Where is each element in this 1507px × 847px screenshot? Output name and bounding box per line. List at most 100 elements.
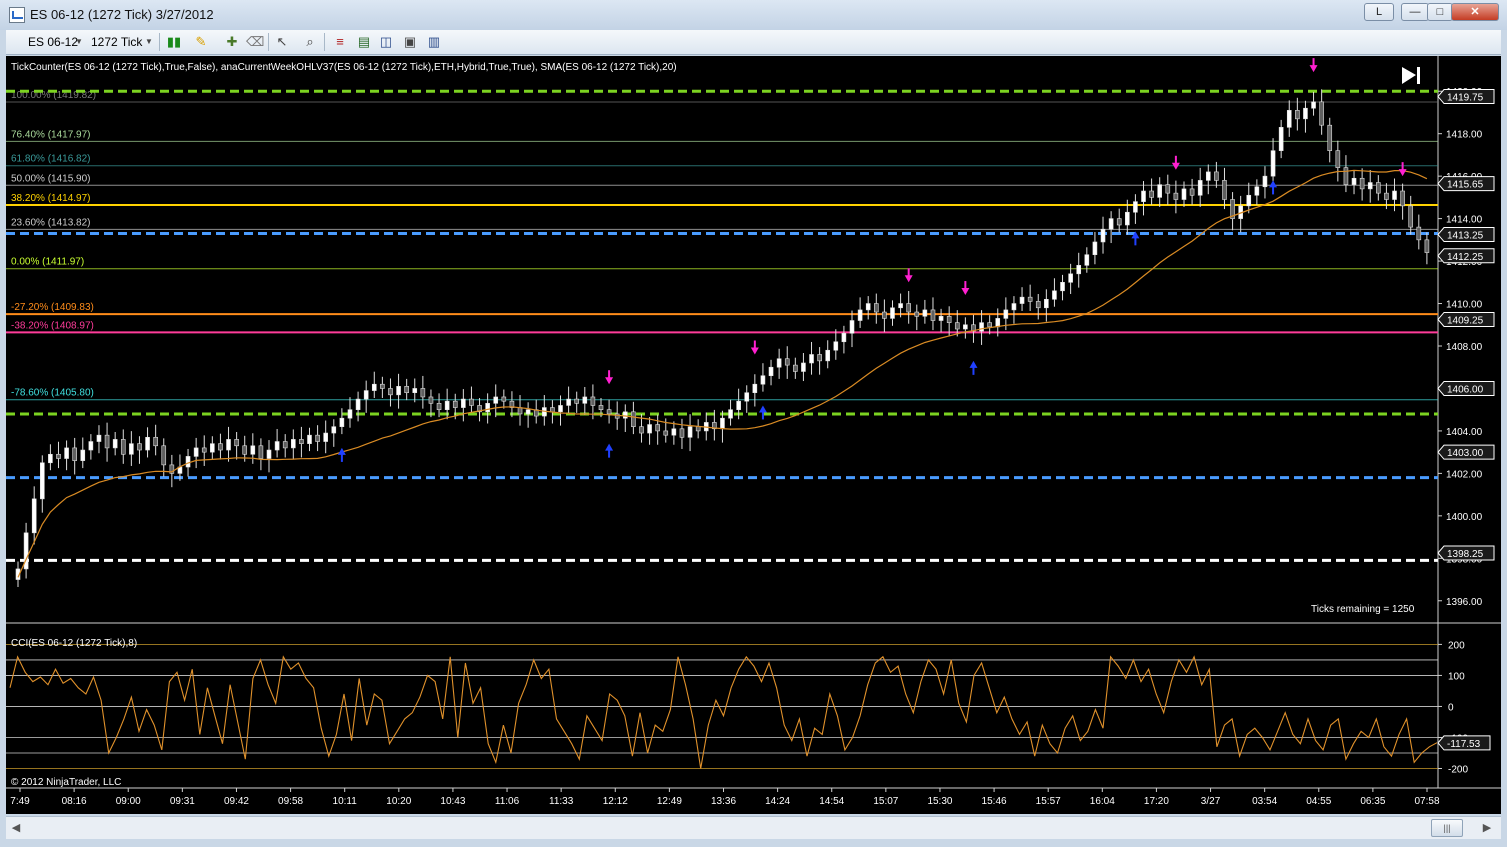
candle-body (64, 447, 69, 459)
time-axis-label: 06:35 (1360, 796, 1385, 807)
candle-body (258, 445, 264, 459)
price-axis-label: 1402.00 (1446, 469, 1483, 480)
scroll-thumb[interactable]: ||| (1431, 819, 1463, 837)
scroll-right-icon[interactable]: ▶ (1479, 820, 1495, 836)
candle-body (185, 456, 191, 468)
candle-body (1222, 180, 1227, 200)
candle-body (145, 436, 150, 451)
price-axis-label: 1404.00 (1446, 427, 1483, 438)
time-axis-label: 12:49 (657, 796, 682, 807)
candle-body (1311, 101, 1316, 109)
candle-body (242, 445, 248, 455)
candle-body (436, 403, 442, 410)
strategies-icon[interactable]: ≡ (332, 34, 348, 50)
indicators-icon[interactable]: ▤ (356, 34, 372, 50)
chart-canvas[interactable]: 100.00% (1419.82)76.40% (1417.97)61.80% … (6, 56, 1501, 814)
candle-body (590, 396, 596, 406)
candle-body (339, 417, 345, 427)
candle-body (363, 390, 369, 400)
candle-body (72, 447, 77, 461)
fib-level-label: 0.00% (1411.97) (11, 257, 84, 268)
candle-body (1100, 228, 1106, 243)
candle-body (201, 447, 207, 453)
chart-window: ES 06-12 (1272 Tick) 3/27/2012 L — □ ✕ E… (0, 0, 1507, 847)
cci-value-label: -117.53 (1447, 739, 1481, 750)
price-axis-label: 1410.00 (1446, 300, 1483, 311)
candle-body (1149, 190, 1154, 198)
candle-body (226, 439, 231, 451)
period-dropdown-icon[interactable]: ▼ (144, 34, 154, 50)
price-axis-label: 1400.00 (1446, 512, 1483, 523)
candle-body (56, 453, 61, 459)
close-button[interactable]: ✕ (1451, 3, 1499, 21)
candle-body (833, 341, 839, 351)
candle-body (355, 398, 361, 410)
data-box-icon[interactable]: ▥ (426, 34, 442, 50)
chart-area[interactable]: 100.00% (1419.82) 76.40% (1417.97) 61.80% … (6, 56, 1501, 814)
candle-body (112, 439, 118, 449)
candle-body (1303, 107, 1308, 120)
period-selector[interactable]: 1272 Tick (91, 35, 142, 49)
candle-body (299, 439, 304, 444)
candle-body (1027, 296, 1033, 302)
scroll-left-icon[interactable]: ◀ (8, 820, 24, 836)
pointer-icon[interactable]: ↖ (274, 34, 290, 50)
candle-body (1343, 167, 1349, 185)
price-axis-label: 1414.00 (1446, 215, 1483, 226)
candle-body (1254, 186, 1260, 196)
candle-body (598, 405, 604, 410)
candle-body (250, 445, 256, 455)
time-axis-label: 04:55 (1306, 796, 1331, 807)
minimize-button[interactable]: — (1401, 3, 1429, 21)
title-bar[interactable]: ES 06-12 (1272 Tick) 3/27/2012 L — □ ✕ (0, 0, 1507, 30)
zoom-icon[interactable]: ⌕ (302, 34, 318, 50)
horizontal-scrollbar[interactable]: ◀ ||| ▶ (6, 816, 1501, 839)
candle-body (784, 358, 790, 366)
candle-body (1384, 192, 1389, 200)
crosshair-icon[interactable]: ✚ (224, 34, 240, 50)
candle-body (388, 388, 393, 396)
time-axis-label: 10:20 (386, 796, 411, 807)
candle-body (1205, 171, 1211, 181)
time-axis-label: 12:12 (603, 796, 628, 807)
pencil-draw-icon[interactable]: ✎ (193, 34, 209, 50)
price-axis-label: 1408.00 (1446, 342, 1483, 353)
candle-body (793, 364, 798, 372)
candle-body (695, 426, 701, 432)
time-axis-label: 14:54 (819, 796, 844, 807)
candle-body (282, 441, 288, 449)
link-button[interactable]: L (1364, 3, 1394, 21)
candle-body (404, 386, 409, 394)
candle-body (274, 441, 280, 451)
time-axis-label: 09:31 (170, 796, 195, 807)
cci-axis-label: 100 (1448, 671, 1465, 682)
instrument-selector[interactable]: ES 06-12 (28, 35, 78, 49)
candle-body (671, 428, 677, 436)
cci-label: CCI(ES 06-12 (1272 Tick),8) (11, 638, 137, 649)
candle-body (882, 311, 887, 319)
candle-body (890, 307, 895, 319)
candle-body (420, 388, 426, 398)
eraser-icon[interactable]: ⌫ (246, 34, 264, 50)
candle-body (655, 424, 660, 432)
candle-body (922, 309, 928, 317)
candle-body (1278, 127, 1284, 151)
candle-body (647, 424, 652, 434)
candle-body (493, 396, 499, 404)
candle-body (817, 354, 822, 362)
price-tag-label: 1412.25 (1447, 252, 1484, 263)
maximize-button[interactable]: □ (1427, 3, 1453, 21)
candle-body (1165, 184, 1171, 194)
candle-body (768, 366, 774, 377)
time-axis-label: 10:11 (333, 796, 358, 807)
candle-body (137, 443, 142, 451)
time-axis-label: 10:43 (440, 796, 465, 807)
chart-properties-icon[interactable]: ◫ (378, 34, 394, 50)
bar-type-icon[interactable]: ▮▮ (166, 34, 182, 50)
candle-body (129, 443, 134, 455)
candle-body (1408, 205, 1414, 228)
instrument-dropdown-icon[interactable]: ▼ (74, 34, 84, 50)
screenshot-icon[interactable]: ▣ (402, 34, 418, 50)
fib-level-label: -27.20% (1409.83) (11, 302, 94, 313)
candle-body (1011, 303, 1017, 311)
